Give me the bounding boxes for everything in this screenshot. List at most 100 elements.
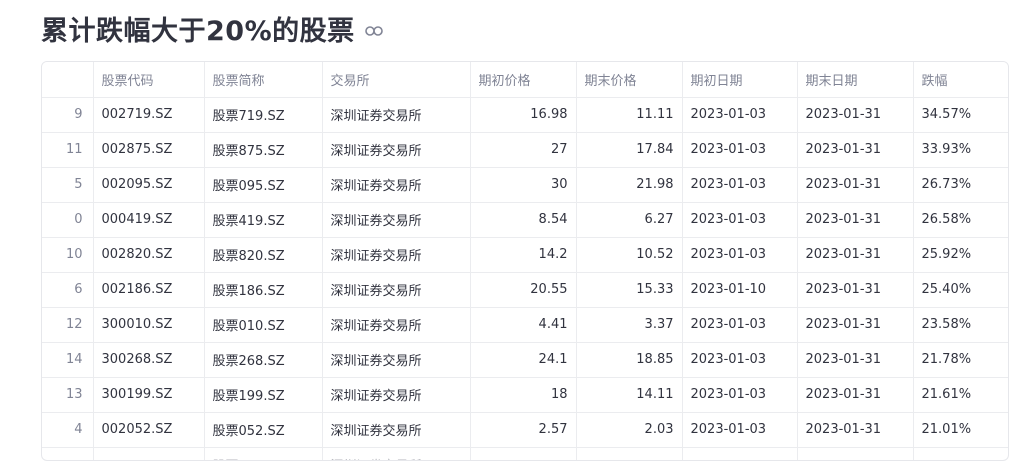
cell-end-date[interactable]: 2023-01-31 <box>797 272 914 308</box>
cell-name[interactable]: 股票052.SZ <box>204 412 323 448</box>
cell-exchange[interactable]: 深圳证券交易所 <box>322 342 471 378</box>
cell-name[interactable]: 股票186.SZ <box>204 272 323 308</box>
cell-start-price[interactable]: 8.54 <box>470 202 577 238</box>
cell-end-date[interactable]: 2023-01-31 <box>797 132 914 168</box>
cell-start-date[interactable]: 2023-01-03 <box>682 342 798 378</box>
cell-decline[interactable]: 26.58% <box>913 202 1008 238</box>
cell-exchange[interactable]: 深圳证券交易所 <box>322 237 471 273</box>
data-table[interactable]: 股票代码 股票简称 交易所 期初价格 期末价格 期初日期 期末日期 跌幅 9 00… <box>41 61 1009 461</box>
cell-start-date[interactable]: 2023-01-03 <box>682 202 798 238</box>
cell-code[interactable]: 002875.SZ <box>93 132 205 168</box>
table-row[interactable]: 14 300268.SZ 股票268.SZ 深圳证券交易所 24.1 18.85 2023-… <box>42 342 1008 378</box>
cell-end-date[interactable]: 2023-01-31 <box>797 377 914 413</box>
cell-start-price[interactable]: 4.41 <box>470 307 577 343</box>
cell-start-date[interactable]: 2023-01-03 <box>682 412 798 448</box>
cell-exchange[interactable]: 深圳证券交易所 <box>322 167 471 203</box>
cell-start-date[interactable]: 2023-01-03 <box>682 97 798 133</box>
cell-decline[interactable]: 21.01% <box>913 412 1008 448</box>
cell-index[interactable]: 12 <box>42 307 94 343</box>
cell-end-price[interactable]: 15.33 <box>576 272 683 308</box>
cell-end-price[interactable]: 11.11 <box>576 97 683 133</box>
cell-decline[interactable]: 34.57% <box>913 97 1008 133</box>
cell-code[interactable]: 002719.SZ <box>93 97 205 133</box>
cell-end-price[interactable]: 17.84 <box>576 132 683 168</box>
cell-name[interactable]: 股票268.SZ <box>204 342 323 378</box>
table-row[interactable]: 6 002186.SZ 股票186.SZ 深圳证券交易所 20.55 15.33 2023-… <box>42 272 1008 308</box>
cell-end-date[interactable]: 2023-01-31 <box>797 202 914 238</box>
cell-decline[interactable]: 25.40% <box>913 272 1008 308</box>
cell-start-price[interactable]: 30 <box>470 167 577 203</box>
cell-index[interactable] <box>42 447 94 460</box>
cell-end-date[interactable]: 2023-01-31 <box>797 237 914 273</box>
cell-exchange[interactable]: 深圳证券交易所 <box>322 377 471 413</box>
column-header-start-price[interactable]: 期初价格 <box>470 62 577 98</box>
cell-name[interactable]: 股票199.SZ <box>204 377 323 413</box>
cell-code[interactable]: 002820.SZ <box>93 237 205 273</box>
cell-code[interactable]: 300010.SZ <box>93 307 205 343</box>
cell-code[interactable]: 002186.SZ <box>93 272 205 308</box>
cell-name[interactable]: 股票719.SZ <box>204 97 323 133</box>
column-header-end-date[interactable]: 期末日期 <box>797 62 914 98</box>
column-header-code[interactable]: 股票代码 <box>93 62 205 98</box>
cell-exchange[interactable]: 深圳证券交易所 <box>322 447 471 460</box>
cell-exchange[interactable]: 深圳证券交易所 <box>322 307 471 343</box>
cell-index[interactable]: 5 <box>42 167 94 203</box>
cell-start-price[interactable]: 20.55 <box>470 272 577 308</box>
table-row[interactable]: 10 002820.SZ 股票820.SZ 深圳证券交易所 14.2 10.52 2023-… <box>42 237 1008 273</box>
cell-exchange[interactable]: 深圳证券交易所 <box>322 132 471 168</box>
table-row[interactable]: 12 300010.SZ 股票010.SZ 深圳证券交易所 4.41 3.37 2023-0… <box>42 307 1008 343</box>
cell-end-price[interactable]: 14.11 <box>576 377 683 413</box>
cell-end-date[interactable] <box>797 447 914 460</box>
cell-start-date[interactable] <box>682 447 798 460</box>
cell-exchange[interactable]: 深圳证券交易所 <box>322 97 471 133</box>
cell-start-price[interactable]: 27 <box>470 132 577 168</box>
cell-index[interactable]: 11 <box>42 132 94 168</box>
column-header-name[interactable]: 股票简称 <box>204 62 323 98</box>
table-row[interactable]: 股票深圳证券交易所 <box>42 447 1008 460</box>
cell-index[interactable]: 6 <box>42 272 94 308</box>
cell-exchange[interactable]: 深圳证券交易所 <box>322 272 471 308</box>
cell-start-date[interactable]: 2023-01-03 <box>682 132 798 168</box>
cell-name[interactable]: 股票095.SZ <box>204 167 323 203</box>
link-icon[interactable] <box>364 22 383 40</box>
cell-end-price[interactable]: 18.85 <box>576 342 683 378</box>
cell-end-date[interactable]: 2023-01-31 <box>797 412 914 448</box>
column-header-end-price[interactable]: 期末价格 <box>576 62 683 98</box>
cell-decline[interactable]: 23.58% <box>913 307 1008 343</box>
cell-index[interactable]: 9 <box>42 97 94 133</box>
cell-start-price[interactable]: 16.98 <box>470 97 577 133</box>
cell-end-price[interactable]: 6.27 <box>576 202 683 238</box>
cell-decline[interactable]: 21.78% <box>913 342 1008 378</box>
cell-index[interactable]: 4 <box>42 412 94 448</box>
cell-decline[interactable] <box>913 447 1008 460</box>
cell-end-date[interactable]: 2023-01-31 <box>797 97 914 133</box>
cell-end-date[interactable]: 2023-01-31 <box>797 307 914 343</box>
table-row[interactable]: 0 000419.SZ 股票419.SZ 深圳证券交易所 8.54 6.27 2023-01… <box>42 202 1008 238</box>
cell-name[interactable]: 股票010.SZ <box>204 307 323 343</box>
cell-code[interactable]: 002095.SZ <box>93 167 205 203</box>
table-row[interactable]: 13 300199.SZ 股票199.SZ 深圳证券交易所 18 14.11 2023-01… <box>42 377 1008 413</box>
cell-start-price[interactable]: 18 <box>470 377 577 413</box>
cell-index[interactable]: 14 <box>42 342 94 378</box>
cell-exchange[interactable]: 深圳证券交易所 <box>322 202 471 238</box>
cell-code[interactable]: 300199.SZ <box>93 377 205 413</box>
cell-start-price[interactable]: 24.1 <box>470 342 577 378</box>
cell-start-date[interactable]: 2023-01-10 <box>682 272 798 308</box>
cell-code[interactable]: 300268.SZ <box>93 342 205 378</box>
cell-end-price[interactable]: 2.03 <box>576 412 683 448</box>
cell-index[interactable]: 13 <box>42 377 94 413</box>
cell-start-price[interactable] <box>470 447 577 460</box>
cell-end-price[interactable] <box>576 447 683 460</box>
cell-name[interactable]: 股票875.SZ <box>204 132 323 168</box>
cell-start-date[interactable]: 2023-01-03 <box>682 307 798 343</box>
column-header-exchange[interactable]: 交易所 <box>322 62 471 98</box>
cell-name[interactable]: 股票820.SZ <box>204 237 323 273</box>
cell-start-date[interactable]: 2023-01-03 <box>682 167 798 203</box>
column-header-decline[interactable]: 跌幅 <box>913 62 1008 98</box>
cell-code[interactable]: 000419.SZ <box>93 202 205 238</box>
cell-decline[interactable]: 26.73% <box>913 167 1008 203</box>
cell-exchange[interactable]: 深圳证券交易所 <box>322 412 471 448</box>
cell-code[interactable]: 002052.SZ <box>93 412 205 448</box>
cell-name[interactable]: 股票 <box>204 447 323 460</box>
cell-end-date[interactable]: 2023-01-31 <box>797 342 914 378</box>
